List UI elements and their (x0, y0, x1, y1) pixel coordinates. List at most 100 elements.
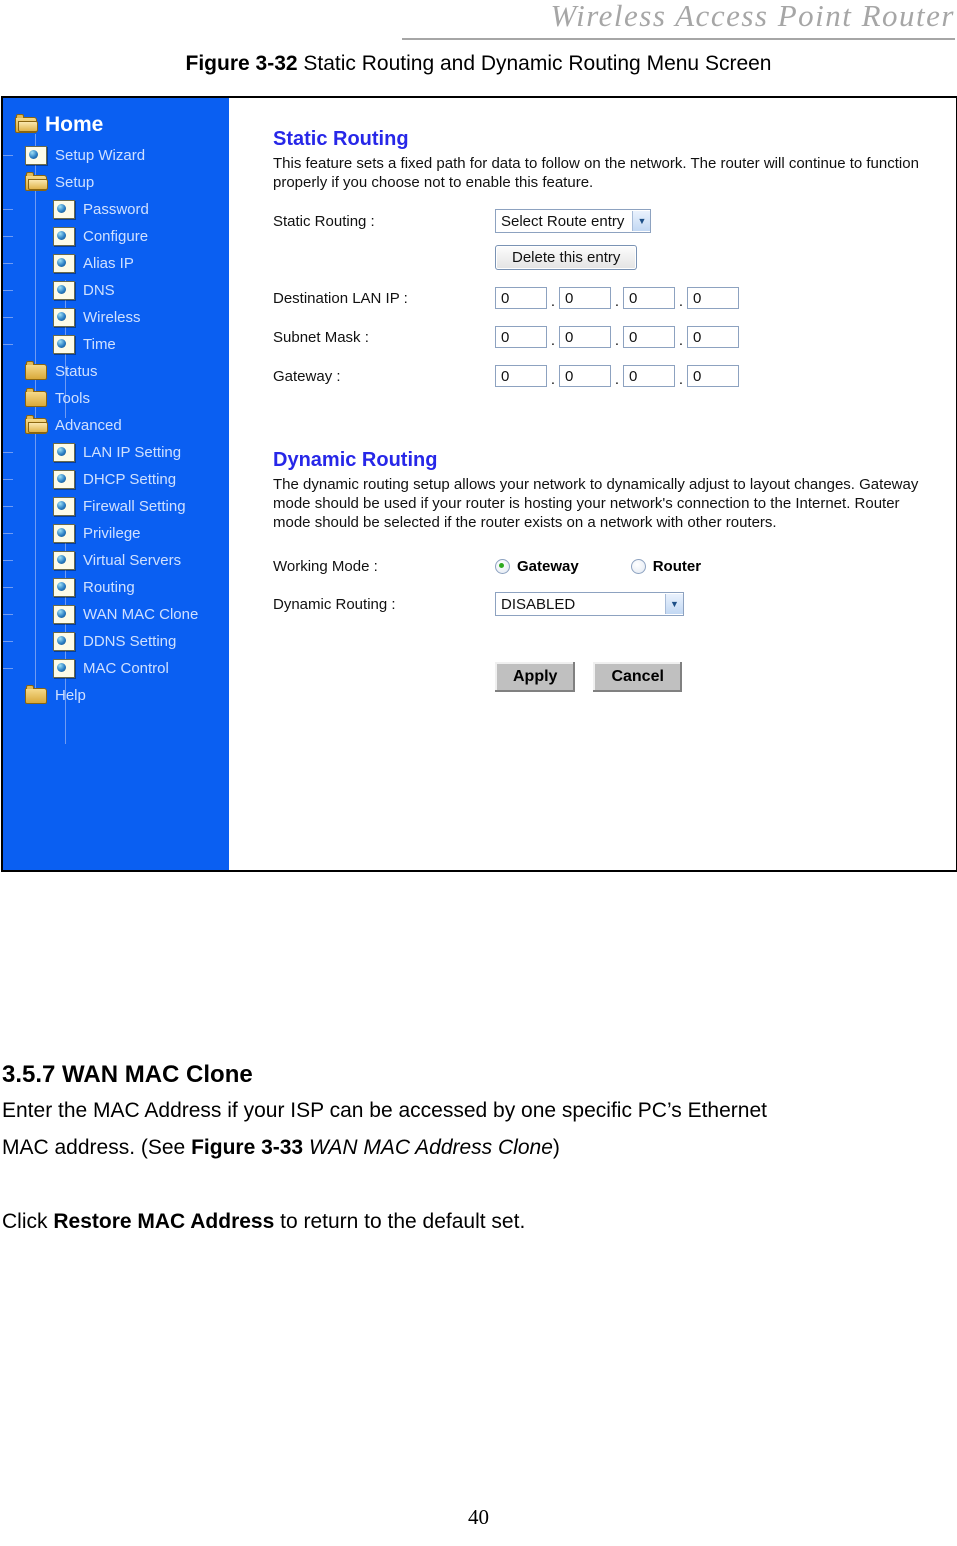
radio-gateway[interactable]: Gateway (495, 558, 579, 575)
sidebar-item-label: DDNS Setting (83, 633, 177, 650)
sidebar-item-dns[interactable]: DNS (3, 277, 229, 304)
page-icon (53, 605, 75, 624)
static-routing-row: Static Routing : Select Route entry ▼ (273, 209, 956, 233)
page-icon (25, 146, 47, 165)
gateway-octet-2[interactable]: 0 (559, 365, 611, 387)
route-entry-select[interactable]: Select Route entry ▼ (495, 209, 652, 233)
sidebar-item-wan-mac-clone[interactable]: WAN MAC Clone (3, 601, 229, 628)
sidebar-item-tools[interactable]: Tools (3, 385, 229, 412)
destination-lan-ip-octet-4[interactable]: 0 (687, 287, 739, 309)
sidebar-item-label: Wireless (83, 309, 141, 326)
sidebar-item-privilege[interactable]: Privilege (3, 520, 229, 547)
paragraph-two-prefix: Click (2, 1210, 54, 1233)
octet-separator: . (550, 371, 556, 388)
sidebar-item-configure[interactable]: Configure (3, 223, 229, 250)
subnet-mask-octet-4[interactable]: 0 (687, 326, 739, 348)
folder-closed-icon (25, 684, 47, 704)
destination-lan-ip-octet-3[interactable]: 0 (623, 287, 675, 309)
cancel-button[interactable]: Cancel (593, 662, 682, 692)
tree-branch-tick (3, 290, 13, 291)
sidebar-item-setup-wizard[interactable]: Setup Wizard (3, 142, 229, 169)
radio-router-label: Router (652, 558, 702, 575)
sidebar-item-lan-ip-setting[interactable]: LAN IP Setting (3, 439, 229, 466)
route-entry-value: Select Route entry (501, 212, 625, 230)
sidebar-item-label: Password (83, 201, 149, 218)
octet-separator: . (678, 371, 684, 388)
sidebar-item-firewall-setting[interactable]: Firewall Setting (3, 493, 229, 520)
paragraph-one-suffix: ) (552, 1136, 560, 1159)
page-icon (53, 281, 75, 300)
page-icon (53, 551, 75, 570)
page-icon (53, 200, 75, 219)
octet-separator: . (678, 332, 684, 349)
tree-branch-tick (3, 560, 13, 561)
collapse-icon[interactable] (1, 176, 2, 187)
delete-entry-row: Delete this entry (273, 245, 956, 270)
destination-lan-ip-octet-2[interactable]: 0 (559, 287, 611, 309)
sidebar-item-advanced[interactable]: Advanced (3, 412, 229, 439)
dynamic-routing-select[interactable]: DISABLED ▼ (495, 592, 684, 616)
sidebar-item-label: DHCP Setting (83, 471, 177, 488)
gateway-octet-4[interactable]: 0 (687, 365, 739, 387)
paragraph-one-line-one: Enter the MAC Address if your ISP can be… (2, 1099, 767, 1122)
gateway-octet-3[interactable]: 0 (623, 365, 675, 387)
sidebar-item-label: WAN MAC Clone (83, 606, 199, 623)
tree-branch-tick (3, 344, 13, 345)
section-heading: 3.5.7 WAN MAC Clone (2, 1061, 253, 1088)
running-header-title: Wireless Access Point Router (550, 0, 955, 33)
body-content: 3.5.7 WAN MAC Clone Enter the MAC Addres… (2, 1060, 932, 1240)
sidebar-item-password[interactable]: Password (3, 196, 229, 223)
sidebar-item-setup[interactable]: Setup (3, 169, 229, 196)
delete-this-entry-button[interactable]: Delete this entry (495, 245, 638, 270)
sidebar-item-label: Virtual Servers (83, 552, 182, 569)
expand-icon[interactable] (1, 392, 2, 403)
expand-icon[interactable] (1, 689, 2, 700)
sidebar-item-dhcp-setting[interactable]: DHCP Setting (3, 466, 229, 493)
sidebar-item-mac-control[interactable]: MAC Control (3, 655, 229, 682)
sidebar-item-alias-ip[interactable]: Alias IP (3, 250, 229, 277)
gateway-row: Gateway : 0.0.0.0 (273, 365, 956, 387)
destination-lan-ip-octet-1[interactable]: 0 (495, 287, 547, 309)
sidebar-item-label: Time (83, 336, 116, 353)
collapse-icon[interactable] (1, 419, 2, 430)
page-icon (53, 254, 75, 273)
sidebar-item-virtual-servers[interactable]: Virtual Servers (3, 547, 229, 574)
sidebar-item-routing[interactable]: Routing (3, 574, 229, 601)
navigation-sidebar: Home Setup Wizard Setup Password Configure A… (3, 98, 229, 870)
subnet-mask-octet-3[interactable]: 0 (623, 326, 675, 348)
router-ui-screenshot: Home Setup Wizard Setup Password Configure A… (1, 96, 957, 872)
radio-gateway-label: Gateway (517, 558, 579, 575)
destination-lan-ip-row: Destination LAN IP : 0.0.0.0 (273, 287, 956, 309)
radio-router[interactable]: Router (630, 558, 702, 575)
folder-open-icon (25, 171, 48, 191)
sidebar-item-label: Privilege (83, 525, 141, 542)
sidebar-item-label: Help (55, 687, 86, 704)
sidebar-item-status[interactable]: Status (3, 358, 229, 385)
sidebar-item-time[interactable]: Time (3, 331, 229, 358)
sidebar-item-label: MAC Control (83, 660, 169, 677)
sidebar-item-label: Setup Wizard (55, 147, 146, 164)
dynamic-routing-heading: Dynamic Routing (273, 449, 438, 471)
subnet-mask-row: Subnet Mask : 0.0.0.0 (273, 326, 956, 348)
figure-reference: Figure 3-33 (191, 1136, 304, 1159)
sidebar-item-label: Firewall Setting (83, 498, 186, 515)
restore-mac-address-reference: Restore MAC Address (53, 1210, 275, 1233)
subnet-mask-octet-2[interactable]: 0 (559, 326, 611, 348)
sidebar-item-help[interactable]: Help (3, 682, 229, 709)
radio-router-indicator (630, 559, 646, 574)
sidebar-item-home[interactable]: Home (3, 108, 229, 142)
apply-button[interactable]: Apply (495, 662, 576, 692)
tree-branch-tick (3, 668, 13, 669)
expand-icon[interactable] (1, 365, 2, 376)
page-icon (53, 335, 75, 354)
sidebar-item-ddns-setting[interactable]: DDNS Setting (3, 628, 229, 655)
subnet-mask-label: Subnet Mask : (273, 328, 369, 346)
sidebar-item-wireless[interactable]: Wireless (3, 304, 229, 331)
subnet-mask-octet-1[interactable]: 0 (495, 326, 547, 348)
dynamic-routing-label: Dynamic Routing : (273, 595, 396, 613)
page-icon (53, 497, 75, 516)
sidebar-item-label: Configure (83, 228, 149, 245)
tree-branch-tick (3, 317, 13, 318)
folder-closed-icon (25, 387, 47, 407)
gateway-octet-1[interactable]: 0 (495, 365, 547, 387)
